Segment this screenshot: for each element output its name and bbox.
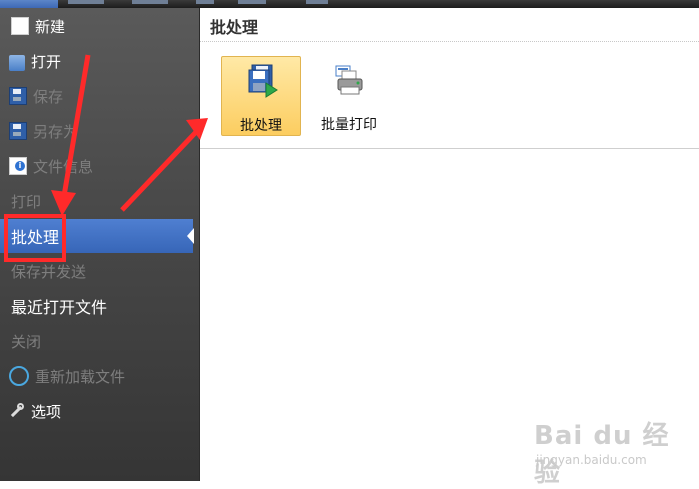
annotation-highlight-box — [4, 214, 66, 262]
wrench-icon — [9, 403, 25, 419]
menu-item-options[interactable]: 选项 — [0, 394, 199, 428]
menu-item-file-info[interactable]: 文件信息 — [0, 149, 199, 183]
title-divider — [200, 41, 699, 42]
menu-item-label: 保存 — [33, 87, 64, 106]
ribbon-tab-fragment[interactable] — [68, 0, 104, 4]
menu-item-label: 打印 — [11, 192, 42, 211]
ribbon-tab-strip — [0, 0, 699, 8]
menu-item-label: 重新加载文件 — [35, 367, 126, 386]
watermark-logo-text: Bai du 经验 — [534, 421, 670, 488]
menu-item-recent-files[interactable]: 最近打开文件 — [0, 289, 199, 323]
command-label: 批处理 — [240, 118, 282, 134]
menu-item-label: 新建 — [35, 17, 66, 36]
menu-item-print[interactable]: 打印 — [0, 184, 199, 218]
menu-item-label: 最近打开文件 — [11, 298, 108, 317]
menu-item-label: 选项 — [31, 402, 62, 421]
new-document-icon — [11, 17, 29, 35]
menu-item-open[interactable]: 打开 — [0, 44, 199, 78]
save-as-icon — [9, 122, 27, 140]
page-title: 批处理 — [210, 18, 259, 37]
watermark: Bai du 经验 jingyan.baidu.com — [530, 405, 690, 488]
reload-icon — [9, 366, 29, 386]
menu-item-new[interactable]: 新建 — [0, 9, 199, 43]
command-label: 批量打印 — [321, 117, 377, 133]
ribbon-tab-fragment[interactable] — [238, 0, 266, 4]
file-info-icon — [9, 157, 27, 175]
batch-print-button[interactable]: 批量打印 — [309, 56, 389, 136]
section-divider — [200, 148, 699, 149]
batch-process-icon — [248, 64, 278, 98]
menu-item-label: 关闭 — [11, 332, 42, 351]
menu-item-label: 另存为 — [33, 122, 79, 141]
batch-print-icon — [335, 65, 363, 95]
ribbon-tab-fragment[interactable] — [132, 0, 168, 4]
menu-item-label: 文件信息 — [33, 157, 94, 176]
menu-item-save-as[interactable]: 另存为 — [0, 114, 199, 148]
batch-process-button[interactable]: 批处理 — [221, 56, 301, 136]
file-tab-fragment[interactable] — [0, 0, 58, 8]
menu-item-label: 保存并发送 — [11, 262, 87, 281]
watermark-url: jingyan.baidu.com — [536, 453, 647, 467]
menu-item-label: 打开 — [31, 52, 62, 71]
ribbon-tab-fragment[interactable] — [196, 0, 214, 4]
ribbon-tab-fragment[interactable] — [306, 0, 328, 4]
menu-item-save[interactable]: 保存 — [0, 79, 199, 113]
menu-item-reload[interactable]: 重新加载文件 — [0, 359, 199, 393]
save-icon — [9, 87, 27, 105]
menu-item-close[interactable]: 关闭 — [0, 324, 199, 358]
open-folder-icon — [9, 55, 25, 71]
